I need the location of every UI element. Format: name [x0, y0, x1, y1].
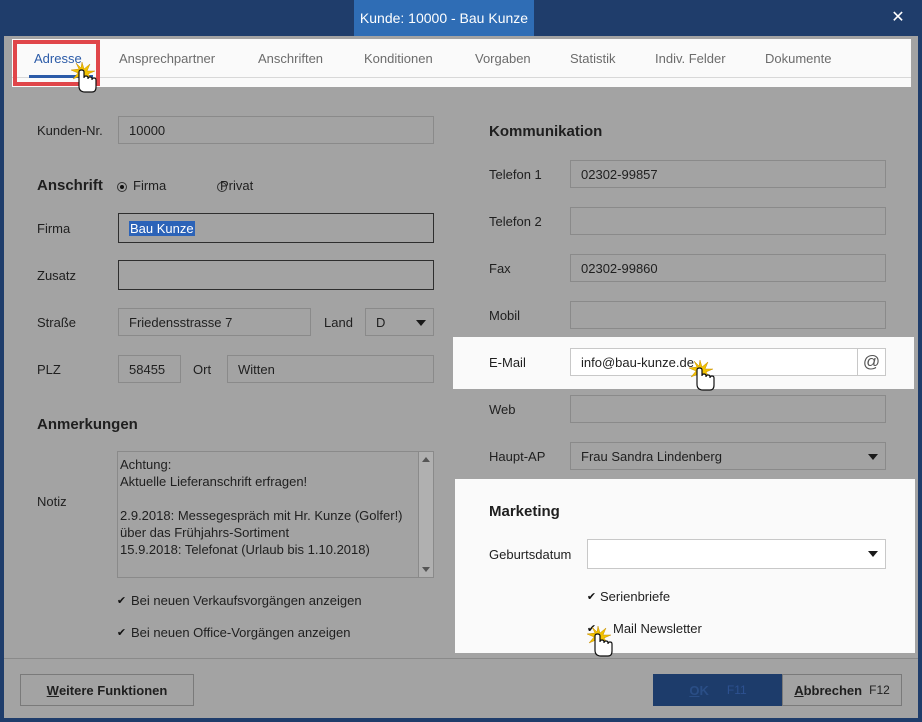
ort-label: Ort	[193, 362, 212, 377]
plz-label: PLZ	[37, 362, 61, 377]
notiz-label: Notiz	[37, 494, 67, 509]
zusatz-label: Zusatz	[37, 268, 77, 283]
scroll-down-icon[interactable]	[422, 567, 430, 572]
radio-firma[interactable]	[117, 182, 127, 192]
firma-field[interactable]: Bau Kunze	[118, 213, 434, 243]
kommunikation-heading: Kommunikation	[489, 123, 603, 140]
email-at-button[interactable]: @	[857, 348, 886, 376]
fax-label: Fax	[489, 261, 511, 276]
tab-vorgaben[interactable]: Vorgaben	[475, 51, 531, 69]
telefon2-field[interactable]	[570, 207, 886, 235]
abbrechen-button[interactable]: Abbrechen F12	[782, 674, 902, 706]
email-label: E-Mail	[489, 355, 526, 370]
close-icon[interactable]: ✕	[884, 4, 912, 30]
click-hand-icon	[70, 61, 97, 93]
telefon2-label: Telefon 2	[489, 214, 542, 229]
geburtsdatum-label: Geburtsdatum	[489, 547, 572, 562]
chk-serienbriefe-label: Serienbriefe	[600, 589, 671, 604]
tab-konditionen[interactable]: Konditionen	[364, 51, 433, 69]
web-label: Web	[489, 402, 516, 417]
abbrechen-mnemonic: A	[794, 682, 804, 698]
hauptap-label: Haupt-AP	[489, 449, 546, 464]
notiz-scrollbar[interactable]	[418, 452, 433, 577]
strasse-field[interactable]: Friedensstrasse 7	[118, 308, 311, 336]
tab-anschriften[interactable]: Anschriften	[258, 51, 323, 69]
tab-dokumente[interactable]: Dokumente	[765, 51, 831, 69]
abbrechen-shortcut: F12	[869, 683, 890, 697]
chk-verkauf-label: Bei neuen Verkaufsvorgängen anzeigen	[131, 593, 362, 608]
chk-serienbriefe-checkbox[interactable]: ✔	[586, 592, 597, 603]
web-field[interactable]	[570, 395, 886, 423]
weitere-mnemonic: W	[46, 682, 59, 698]
tab-indiv-felder[interactable]: Indiv. Felder	[655, 51, 726, 69]
abbrechen-label: bbrechen	[803, 682, 863, 698]
hauptap-value: Frau Sandra Lindenberg	[581, 448, 722, 464]
tab-ansprechpartner[interactable]: Ansprechpartner	[119, 51, 215, 69]
weitere-label: eitere Funktionen	[58, 682, 168, 698]
telefon1-field[interactable]: 02302-99857	[570, 160, 886, 188]
firma-selected-text: Bau Kunze	[129, 220, 195, 236]
kundennr-label: Kunden-Nr.	[37, 123, 103, 138]
chevron-down-icon	[868, 454, 878, 460]
chevron-down-icon	[868, 551, 878, 557]
radio-firma-label: Firma	[133, 178, 167, 193]
scroll-up-icon[interactable]	[422, 457, 430, 462]
plz-field[interactable]: 58455	[118, 355, 181, 383]
tab-statistik[interactable]: Statistik	[570, 51, 616, 69]
window-title: Kunde: 10000 - Bau Kunze	[354, 0, 534, 36]
notiz-text: Achtung: Aktuelle Lieferanschrift erfrag…	[120, 457, 403, 557]
button-bar-divider	[4, 658, 918, 659]
fax-field[interactable]: 02302-99860	[570, 254, 886, 282]
mobil-field[interactable]	[570, 301, 886, 329]
notiz-textarea[interactable]: Achtung: Aktuelle Lieferanschrift erfrag…	[117, 451, 434, 578]
chk-newsletter-label: Mail Newsletter	[613, 621, 702, 636]
marketing-heading: Marketing	[489, 503, 560, 520]
radio-privat-label: Privat	[220, 178, 254, 193]
ok-button[interactable]: O K F11	[653, 674, 783, 706]
land-label: Land	[324, 315, 353, 330]
mobil-label: Mobil	[489, 308, 521, 323]
land-value: D	[376, 314, 386, 330]
click-hand-icon	[586, 625, 613, 657]
hauptap-select[interactable]: Frau Sandra Lindenberg	[570, 442, 886, 470]
ok-mnemonic: O	[689, 682, 700, 698]
chk-office-label: Bei neuen Office-Vorgängen anzeigen	[131, 625, 351, 640]
ok-label: K	[699, 682, 709, 698]
ort-field[interactable]: Witten	[227, 355, 434, 383]
ok-shortcut: F11	[726, 683, 747, 697]
strasse-label: Straße	[37, 315, 77, 330]
chk-office-checkbox[interactable]: ✔	[116, 628, 127, 639]
zusatz-field[interactable]	[118, 260, 434, 290]
click-hand-icon	[688, 359, 715, 391]
telefon1-label: Telefon 1	[489, 167, 542, 182]
firma-label: Firma	[37, 221, 71, 236]
anschrift-heading: Anschrift	[37, 177, 103, 194]
chk-verkauf-checkbox[interactable]: ✔	[116, 596, 127, 607]
anmerkungen-heading: Anmerkungen	[37, 416, 138, 433]
geburtsdatum-select[interactable]	[587, 539, 886, 569]
land-select[interactable]: D	[365, 308, 434, 336]
kundennr-field[interactable]: 10000	[118, 116, 434, 144]
tab-bar-divider	[12, 77, 911, 78]
chevron-down-icon	[416, 320, 426, 326]
weitere-funktionen-button[interactable]: Weitere Funktionen	[20, 674, 194, 706]
